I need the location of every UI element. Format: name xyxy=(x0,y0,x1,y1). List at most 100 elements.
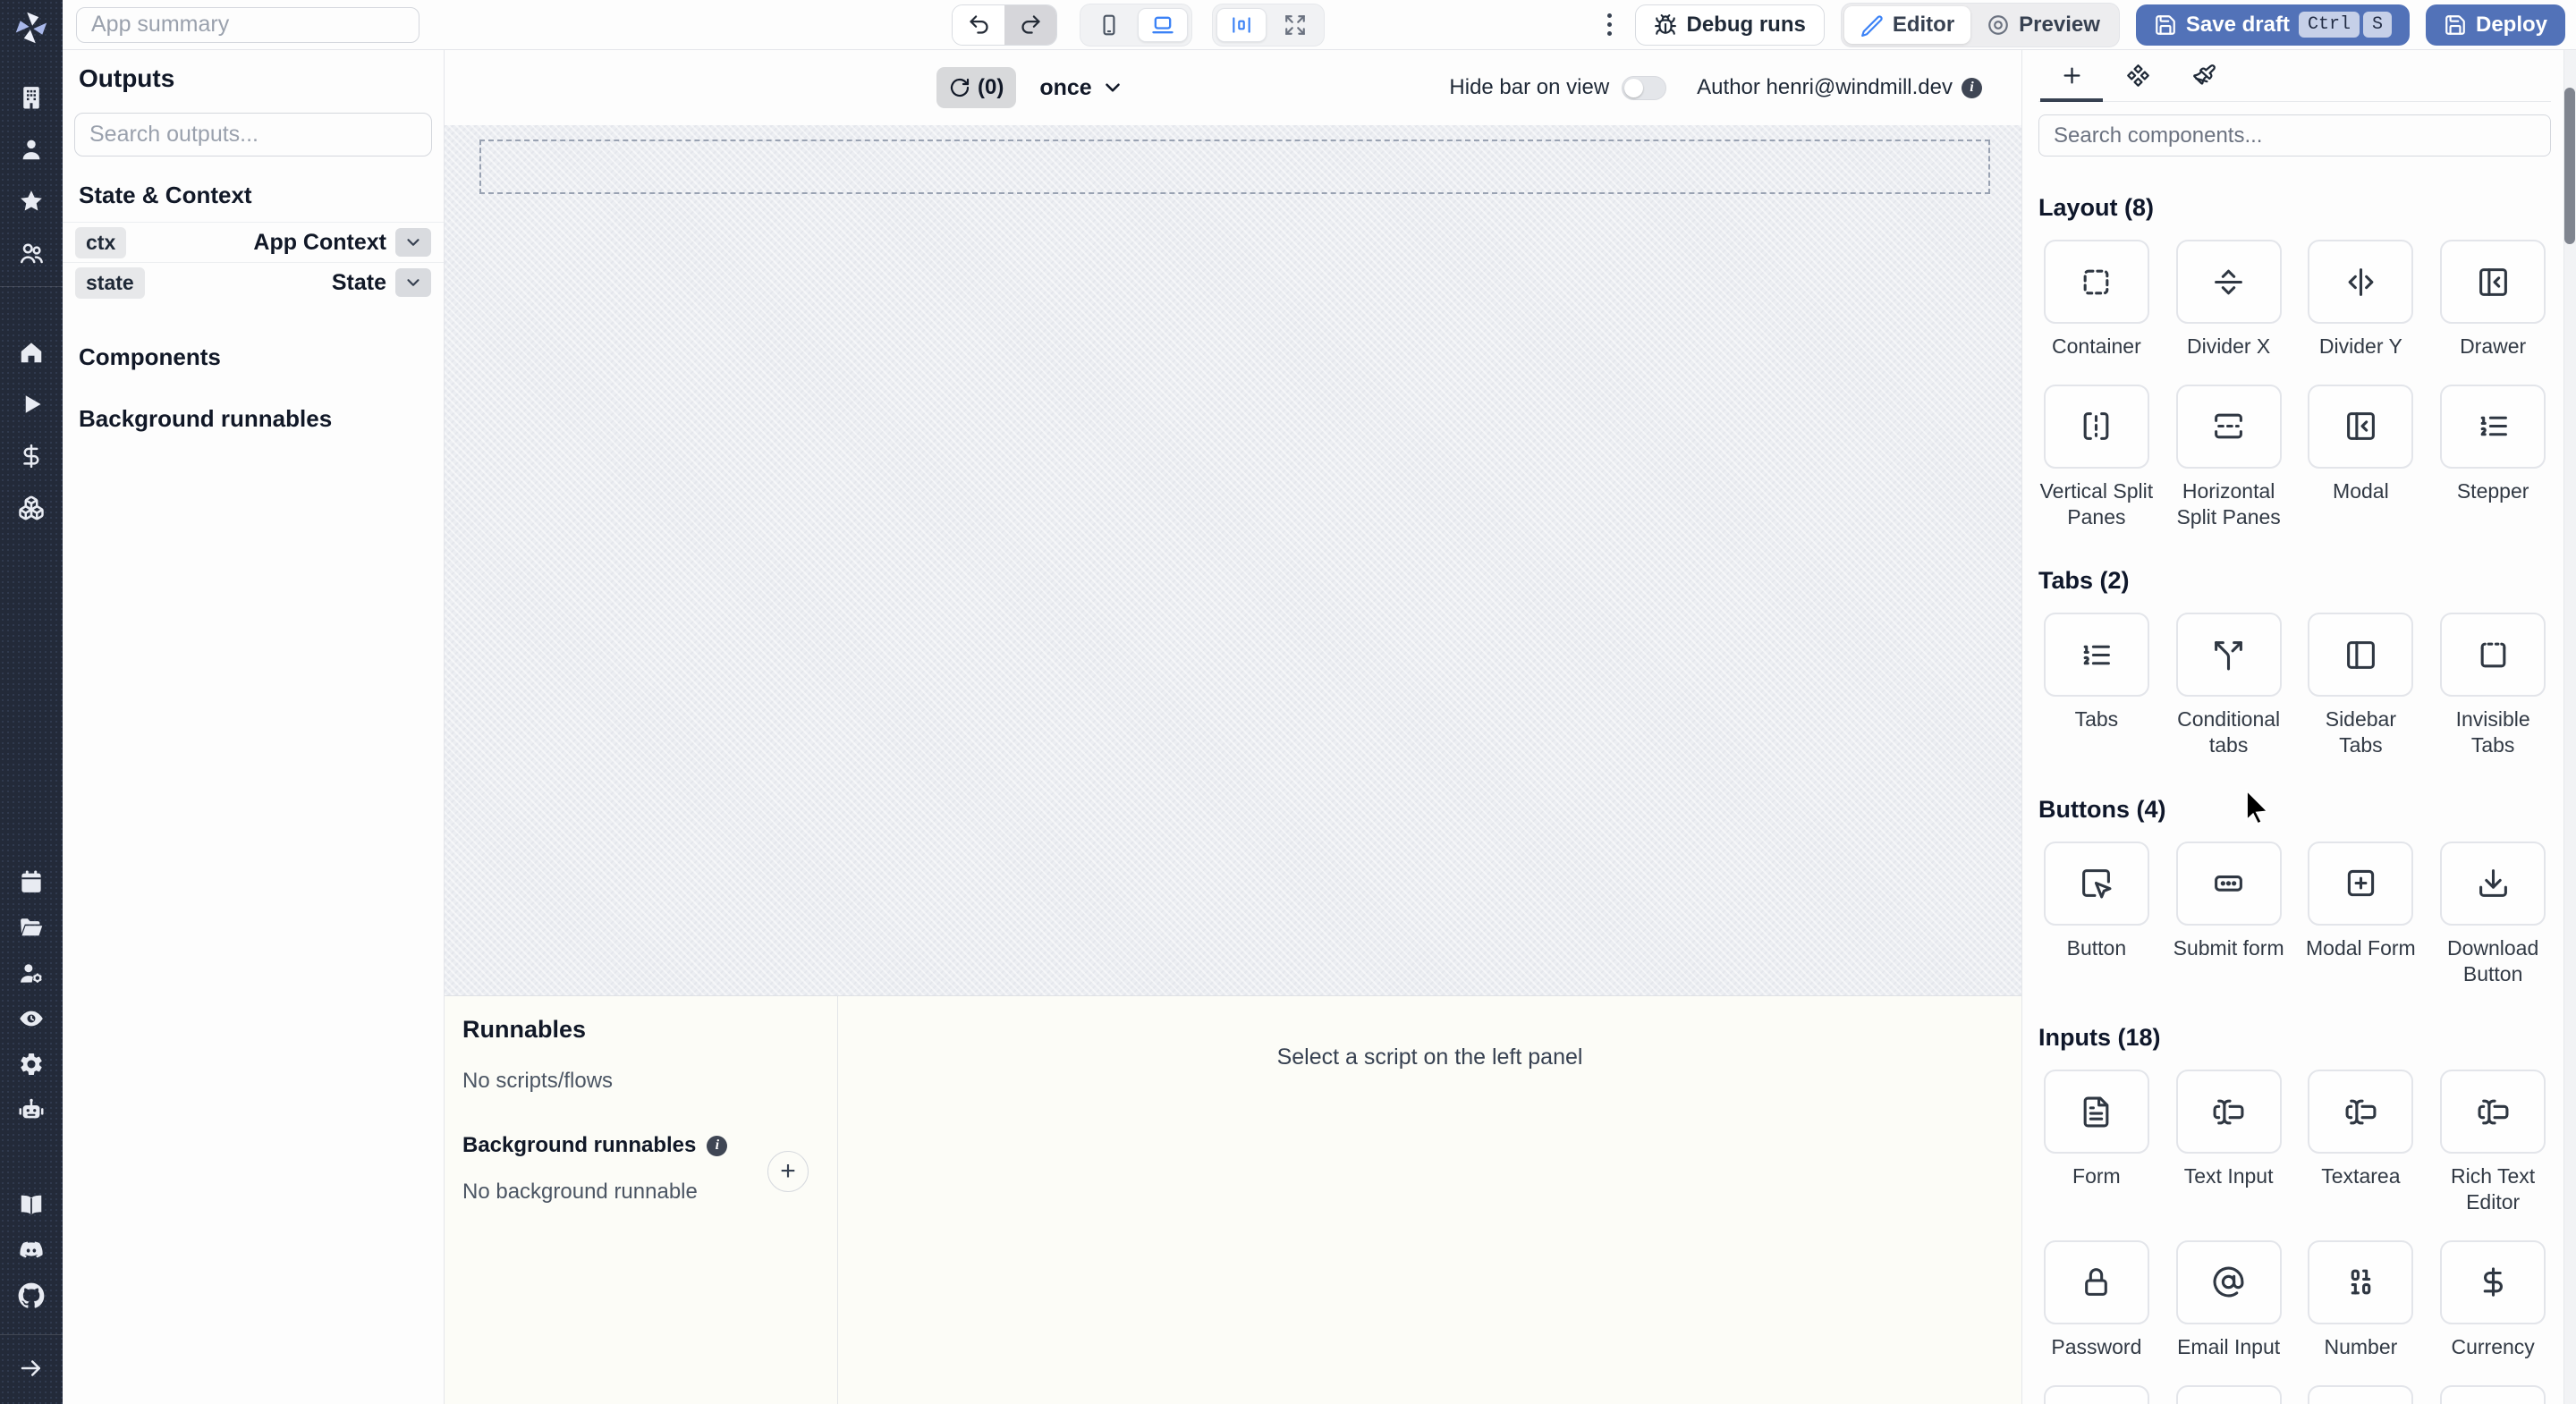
state-expand-button[interactable] xyxy=(395,268,431,297)
component-item: Button xyxy=(2038,841,2155,987)
kbd-ctrl: Ctrl xyxy=(2298,12,2360,38)
building-icon[interactable] xyxy=(18,84,45,111)
ctx-row[interactable]: ctx App Context xyxy=(63,222,444,262)
component-item: Modal Form xyxy=(2303,841,2419,987)
component-card[interactable] xyxy=(2043,384,2149,469)
schedule-dropdown[interactable]: once xyxy=(1039,75,1123,101)
more-menu-button[interactable] xyxy=(1600,6,1619,43)
ctx-expand-button[interactable] xyxy=(395,228,431,257)
component-card[interactable] xyxy=(2175,613,2282,698)
deploy-button[interactable]: Deploy xyxy=(2425,4,2565,46)
component-card[interactable] xyxy=(2308,1239,2414,1324)
component-card[interactable] xyxy=(2043,1384,2149,1404)
calendar-icon[interactable] xyxy=(18,868,45,895)
component-card[interactable] xyxy=(2440,1239,2546,1324)
user-cog-icon[interactable] xyxy=(18,960,45,986)
text-cursor-icon xyxy=(2213,1099,2244,1125)
bot-icon[interactable] xyxy=(18,1096,45,1123)
add-background-runnable-button[interactable]: + xyxy=(767,1151,809,1192)
component-card[interactable] xyxy=(2440,613,2546,698)
app-canvas[interactable] xyxy=(445,125,2021,995)
component-card[interactable] xyxy=(2043,1070,2149,1154)
scrollbar[interactable] xyxy=(2563,50,2576,1404)
state-row[interactable]: state State xyxy=(63,262,444,302)
play-icon[interactable] xyxy=(18,391,45,418)
boxes-icon[interactable] xyxy=(18,495,45,521)
save-draft-button[interactable]: Save draft Ctrl S xyxy=(2135,4,2410,46)
split-v-icon xyxy=(2084,412,2109,441)
component-card[interactable] xyxy=(2175,1384,2282,1404)
tab-components-settings[interactable] xyxy=(2105,50,2171,101)
editor-label: Editor xyxy=(1892,12,1955,37)
refresh-button[interactable]: (0) xyxy=(936,67,1017,108)
component-card[interactable] xyxy=(2308,841,2414,926)
eye-clock-icon[interactable] xyxy=(18,1005,45,1032)
component-card-label: Modal Form xyxy=(2306,935,2416,960)
info-icon[interactable]: i xyxy=(707,1135,728,1156)
undo-redo-group xyxy=(952,4,1057,46)
component-item: Divider Y xyxy=(2303,240,2419,359)
component-card[interactable] xyxy=(2308,613,2414,698)
component-card[interactable] xyxy=(2308,1384,2414,1404)
editor-preview-toggle: Editor Preview xyxy=(1840,2,2120,47)
component-card[interactable] xyxy=(2043,1239,2149,1324)
component-item: Date xyxy=(2303,1384,2419,1404)
component-card[interactable] xyxy=(2175,1070,2282,1154)
debug-runs-button[interactable]: Debug runs xyxy=(1635,4,1825,46)
component-card[interactable] xyxy=(2043,613,2149,698)
component-card[interactable] xyxy=(2440,1384,2546,1404)
component-card[interactable] xyxy=(2043,841,2149,926)
component-card[interactable] xyxy=(2440,384,2546,469)
user-icon[interactable] xyxy=(18,136,45,163)
component-card[interactable] xyxy=(2043,240,2149,324)
home-icon[interactable] xyxy=(18,339,45,366)
desktop-view-button[interactable] xyxy=(1138,7,1188,42)
book-open-icon[interactable] xyxy=(18,1191,45,1218)
component-card[interactable] xyxy=(2308,240,2414,324)
component-card[interactable] xyxy=(2440,841,2546,926)
discord-icon[interactable] xyxy=(18,1237,45,1264)
redo-button[interactable] xyxy=(1004,4,1056,45)
hide-bar-toggle[interactable] xyxy=(1622,75,1667,100)
windmill-logo[interactable] xyxy=(11,7,52,48)
component-item: Download Button xyxy=(2435,841,2551,987)
dollar-icon[interactable] xyxy=(18,443,45,469)
scrollbar-thumb[interactable] xyxy=(2564,88,2575,244)
component-card[interactable] xyxy=(2440,240,2546,324)
component-item: Number xyxy=(2303,1239,2419,1360)
components-search-input[interactable] xyxy=(2054,123,2536,148)
component-card[interactable] xyxy=(2175,384,2282,469)
component-card[interactable] xyxy=(2440,1070,2546,1154)
component-section-title: Layout (8) xyxy=(2038,194,2155,221)
component-card[interactable] xyxy=(2175,1239,2282,1324)
tab-insert[interactable] xyxy=(2038,50,2105,102)
star-icon[interactable] xyxy=(18,188,45,215)
folder-open-icon[interactable] xyxy=(18,914,45,941)
undo-button[interactable] xyxy=(953,4,1004,45)
component-card[interactable] xyxy=(2175,841,2282,926)
info-icon[interactable]: i xyxy=(1962,77,1982,98)
save-draft-label: Save draft xyxy=(2185,12,2290,37)
settings-icon[interactable] xyxy=(18,1051,45,1078)
users-icon[interactable] xyxy=(18,240,45,266)
outputs-search-input[interactable] xyxy=(89,122,417,148)
pencil-icon xyxy=(1860,14,1883,37)
tab-editor[interactable]: Editor xyxy=(1843,5,1971,44)
fullscreen-button[interactable] xyxy=(1270,8,1320,42)
sidebar-group xyxy=(18,1191,45,1309)
github-icon[interactable] xyxy=(18,1282,45,1309)
component-card-label: Password xyxy=(2051,1334,2142,1358)
component-grid: Form Text Input Textarea Rich Text Editor Pa… xyxy=(2038,1070,2551,1404)
component-card[interactable] xyxy=(2308,384,2414,469)
arrow-right-icon[interactable] xyxy=(18,1355,45,1382)
center-content-button[interactable] xyxy=(1216,7,1267,42)
canvas-drop-zone[interactable] xyxy=(479,140,1990,194)
mobile-view-button[interactable] xyxy=(1084,8,1134,42)
app-summary-input[interactable] xyxy=(76,6,419,43)
tab-preview[interactable]: Preview xyxy=(1970,6,2116,44)
component-card[interactable] xyxy=(2175,240,2282,324)
component-card[interactable] xyxy=(2308,1070,2414,1154)
component-card-label: Text Input xyxy=(2183,1164,2274,1188)
component-icon xyxy=(2126,64,2149,87)
tab-styling[interactable] xyxy=(2171,50,2237,101)
